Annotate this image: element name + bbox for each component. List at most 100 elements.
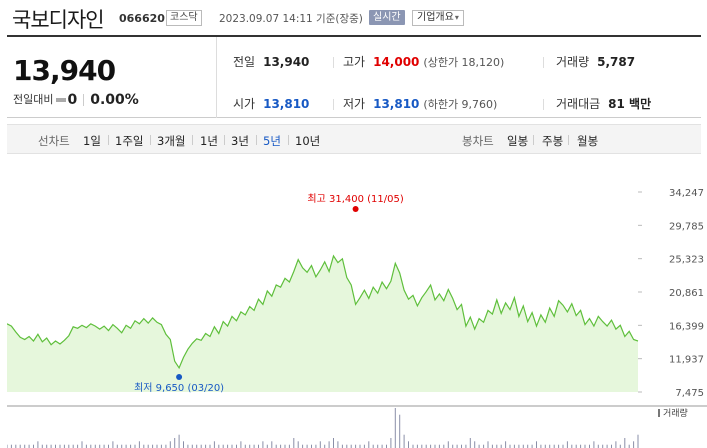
volume-bar bbox=[505, 441, 507, 448]
max-price-label: 최고 31,400 (11/05) bbox=[307, 193, 403, 205]
volume-bar bbox=[394, 408, 396, 448]
volume-bar bbox=[271, 441, 273, 448]
market-badge: 코스닥 bbox=[166, 10, 202, 26]
change-row: 전일대비 0 0.00% bbox=[13, 91, 139, 108]
price-summary: 13,940 전일대비 0 0.00% 전일 13,940 고가 14,000 (상한가 … bbox=[7, 35, 701, 118]
volume-bar bbox=[81, 441, 83, 448]
volume-bar bbox=[474, 441, 476, 448]
min-price-label: 최저 9,650 (03/20) bbox=[134, 382, 224, 394]
stat-volume: 거래량 5,787 bbox=[556, 53, 635, 70]
volume-bar bbox=[178, 434, 180, 448]
divider bbox=[333, 99, 334, 110]
stat-value: 14,000 bbox=[373, 55, 420, 69]
volume-label: 거래량 bbox=[663, 407, 688, 419]
line-chart-label: 선차트 bbox=[38, 134, 70, 148]
volume-bar bbox=[593, 441, 595, 448]
volume-bar bbox=[403, 434, 405, 448]
volume-bar bbox=[566, 441, 568, 448]
price-chart-svg: 34,247 29,785 25,323 20,861 16,399 11,937 7,47… bbox=[7, 160, 707, 448]
y-tick-label: 20,861 bbox=[669, 288, 704, 299]
stat-low: 저가 13,810 (하한가 9,760) bbox=[343, 95, 497, 112]
volume-bar bbox=[447, 441, 449, 448]
volume-bar bbox=[174, 438, 176, 448]
volume-bar bbox=[319, 441, 321, 448]
divider bbox=[150, 135, 151, 145]
change-label: 전일대비 bbox=[13, 93, 54, 106]
candle-option-weekly[interactable]: 주봉 bbox=[542, 133, 563, 149]
volume-bar bbox=[240, 441, 242, 448]
range-option-3m[interactable]: 3개월 bbox=[157, 133, 185, 149]
divider bbox=[288, 135, 289, 145]
volume-bar bbox=[624, 438, 626, 448]
stock-header: 국보디자인 066620 코스닥 2023.09.07 14:11 기준(장중)… bbox=[0, 0, 707, 34]
volume-bar bbox=[37, 441, 39, 448]
divider bbox=[256, 135, 257, 145]
current-price-box: 13,940 전일대비 0 0.00% bbox=[7, 37, 217, 118]
y-tick-label: 11,937 bbox=[669, 355, 704, 366]
range-option-10y[interactable]: 10년 bbox=[295, 133, 320, 149]
divider bbox=[543, 99, 544, 110]
stat-label: 시가 bbox=[233, 97, 256, 111]
range-option-1w[interactable]: 1주일 bbox=[115, 133, 143, 149]
stock-code: 066620 bbox=[119, 12, 165, 25]
realtime-button[interactable]: 실시간 bbox=[369, 10, 405, 25]
stat-label: 저가 bbox=[343, 97, 366, 111]
volume-bar bbox=[262, 441, 264, 448]
chevron-down-icon: ▾ bbox=[454, 13, 459, 22]
volume-bar bbox=[637, 434, 639, 448]
stat-value: 13,810 bbox=[373, 97, 420, 111]
divider bbox=[543, 57, 544, 68]
volume-bar bbox=[328, 441, 330, 448]
current-price: 13,940 bbox=[13, 54, 116, 87]
volume-bar bbox=[536, 441, 537, 448]
volume-bar bbox=[408, 441, 409, 448]
company-overview-dropdown[interactable]: 기업개요▾ bbox=[412, 10, 464, 26]
range-option-3y[interactable]: 3년 bbox=[231, 133, 249, 149]
stat-prev-close: 전일 13,940 bbox=[233, 53, 309, 70]
as-of-timestamp: 2023.09.07 14:11 기준(장중) bbox=[219, 13, 363, 25]
volume-bar bbox=[112, 441, 114, 448]
volume-legend-icon bbox=[658, 409, 660, 417]
stat-amount: 거래대금 81 백만 bbox=[556, 95, 651, 112]
price-chart: 34,247 29,785 25,323 20,861 16,399 11,937 7,47… bbox=[7, 160, 707, 448]
company-overview-label: 기업개요 bbox=[417, 12, 454, 23]
volume-bar bbox=[213, 441, 215, 448]
candle-option-daily[interactable]: 일봉 bbox=[507, 133, 528, 149]
stat-sub: (하한가 9,760) bbox=[423, 98, 498, 111]
volume-bar bbox=[138, 441, 140, 448]
volume-bar bbox=[368, 441, 370, 448]
change-value: 0 bbox=[67, 92, 78, 108]
max-price-marker bbox=[352, 206, 359, 212]
candle-option-monthly[interactable]: 월봉 bbox=[577, 133, 598, 149]
volume-bar bbox=[615, 441, 617, 448]
y-tick-label: 25,323 bbox=[669, 255, 704, 266]
y-tick-label: 34,247 bbox=[669, 188, 704, 199]
volume-bar bbox=[399, 414, 401, 448]
range-option-1d[interactable]: 1일 bbox=[83, 133, 101, 149]
stat-value: 81 백만 bbox=[608, 97, 652, 111]
stat-label: 고가 bbox=[343, 55, 366, 69]
stat-sub: (상한가 18,120) bbox=[423, 56, 505, 69]
volume-bar bbox=[390, 438, 392, 448]
volume-bar bbox=[337, 441, 339, 448]
divider bbox=[108, 135, 109, 145]
volume-bar bbox=[169, 441, 171, 448]
range-option-1y[interactable]: 1년 bbox=[200, 133, 218, 149]
divider bbox=[333, 57, 334, 68]
volume-bar bbox=[183, 441, 184, 448]
stat-label: 거래대금 bbox=[556, 97, 601, 111]
range-option-5y[interactable]: 5년 bbox=[263, 133, 281, 149]
y-tick-label: 29,785 bbox=[669, 221, 704, 232]
y-axis: 34,247 29,785 25,323 20,861 16,399 11,937 7,47… bbox=[638, 188, 704, 399]
change-percent: 0.00% bbox=[90, 92, 139, 108]
stat-open: 시가 13,810 bbox=[233, 95, 309, 112]
divider bbox=[568, 135, 569, 145]
stat-value: 13,810 bbox=[263, 97, 310, 111]
volume-bar bbox=[293, 438, 295, 448]
candle-chart-label: 봉차트 bbox=[462, 134, 494, 148]
divider bbox=[224, 135, 225, 145]
stat-value: 5,787 bbox=[597, 55, 636, 69]
stock-name: 국보디자인 bbox=[12, 8, 105, 32]
volume-bar bbox=[633, 441, 635, 448]
stat-value: 13,940 bbox=[263, 55, 310, 69]
